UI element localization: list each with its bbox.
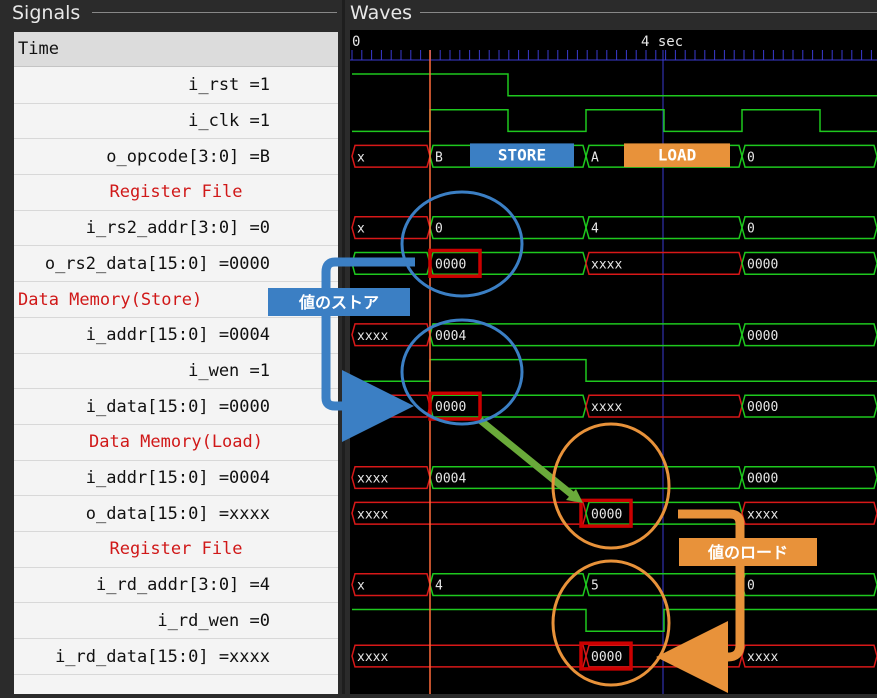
store-tag-label: STORE [498,145,546,164]
signal-row-i-data[interactable]: i_data[15:0] =0000 [14,389,338,425]
rd-data-value: xxxx [357,650,388,665]
signal-row-o-opcode[interactable]: o_opcode[3:0] =B [14,139,338,176]
signal-label: i_addr[15:0] =0004 [85,468,270,489]
rd-addr-value: 4 [435,579,443,594]
signal-label: i_wen =1 [188,360,270,381]
rs2-data-value: 0000 [747,257,778,272]
rd-addr-value: 0 [747,579,755,594]
signal-row-i-rd-wen[interactable]: i_rd_wen =0 [14,604,338,640]
load-data-value: xxxx [357,507,388,522]
rd-data-value: xxxx [747,650,778,665]
signal-row-register-file-1[interactable]: Register File [14,175,338,211]
signal-label: Register File [109,539,243,560]
store-data-value: 0000 [747,400,778,415]
store-data-value: xxx [357,400,381,415]
time-tick-label: 0 [352,34,360,50]
time-tick-label: 4 sec [641,34,683,50]
rs2-addr-value: 0 [435,222,443,237]
signal-row-i-rd-data[interactable]: i_rd_data[15:0] =xxxx [14,639,338,675]
rd-addr-value: 5 [591,579,599,594]
opcode-value: B [435,150,443,165]
signal-row-data-memory-load[interactable]: Data Memory(Load) [14,425,338,461]
rd-addr-value: x [357,579,365,594]
signal-row-i-rst[interactable]: i_rst =1 [14,68,338,104]
store-addr-value: 0000 [747,329,778,344]
opcode-value: x [357,150,365,165]
signal-label: i_addr[15:0] =0004 [85,325,270,346]
waveform-canvas[interactable]: 0 4 sec x B A 0x 0 4 00000 xxxx 0000xxxx 0004 0000… [350,30,877,694]
signals-frame [92,12,337,13]
signal-label: Data Memory(Store) [18,289,203,310]
signal-row-register-file-2[interactable]: Register File [14,532,338,568]
signal-row-o-rs2-data[interactable]: o_rs2_data[15:0] =0000 [14,247,338,283]
signal-label: i_data[15:0] =0000 [85,396,270,417]
opcode-value: 0 [747,150,755,165]
signal-row-o-data[interactable]: o_data[15:0] =xxxx [14,496,338,533]
signal-label: i_clk =1 [188,111,270,132]
rs2-addr-value: x [357,222,365,237]
signal-label: Data Memory(Load) [89,432,263,453]
signal-row-i-rd-addr[interactable]: i_rd_addr[3:0] =4 [14,568,338,604]
store-addr-value: xxxx [357,329,388,344]
signal-row-i-addr-load[interactable]: i_addr[15:0] =0004 [14,461,338,497]
signals-panel-title: Signals [12,2,81,24]
store-data-value: xxxx [591,400,622,415]
signal-label: i_rd_addr[3:0] =4 [96,575,270,596]
signal-label: o_data[15:0] =xxxx [85,503,270,524]
load-addr-value: xxxx [357,472,388,487]
time-header: Time [14,32,338,67]
rs2-data-value: xxxx [591,257,622,272]
load-tag-label: LOAD [658,145,697,164]
signal-row-data-memory-store[interactable]: Data Memory(Store) [14,282,338,318]
load-data-value: xxxx [747,507,778,522]
signal-label: i_rd_data[15:0] =xxxx [55,646,270,667]
signal-label: Register File [109,182,243,203]
rs2-data-value: 0000 [435,257,466,272]
load-addr-value: 0000 [747,472,778,487]
signal-label: i_rs2_addr[3:0] =0 [85,218,270,239]
store-data-value: 0000 [435,400,466,415]
signal-row-i-wen[interactable]: i_wen =1 [14,354,338,390]
signal-label: o_opcode[3:0] =B [106,146,270,167]
panel-divider[interactable] [342,0,345,694]
load-data-value: 0000 [591,507,622,522]
load-addr-value: 0004 [435,472,466,487]
signal-row-i-rs2-addr[interactable]: i_rs2_addr[3:0] =0 [14,211,338,247]
signal-label: o_rs2_data[15:0] =0000 [44,253,270,274]
signal-row-i-clk[interactable]: i_clk =1 [14,104,338,140]
signal-label: i_rd_wen =0 [157,610,270,631]
waveform-view[interactable]: 0 4 sec x B A 0 x 0 4 0 0000 xxxx 0000 xxxx 0004 0000… [350,30,877,694]
rs2-addr-value: 4 [591,222,599,237]
wave-background [350,30,877,694]
opcode-value: A [591,150,599,165]
waves-frame [420,12,877,13]
rs2-addr-value: 0 [747,222,755,237]
signals-list: Time i_rst =1 i_clk =1 o_opcode[3:0] =B Reg… [14,32,338,694]
signal-row-i-addr-store[interactable]: i_addr[15:0] =0004 [14,318,338,354]
signal-label: i_rst =1 [188,75,270,96]
store-addr-value: 0004 [435,329,466,344]
waves-panel-title: Waves [350,2,413,24]
rd-data-value: 0000 [591,650,622,665]
